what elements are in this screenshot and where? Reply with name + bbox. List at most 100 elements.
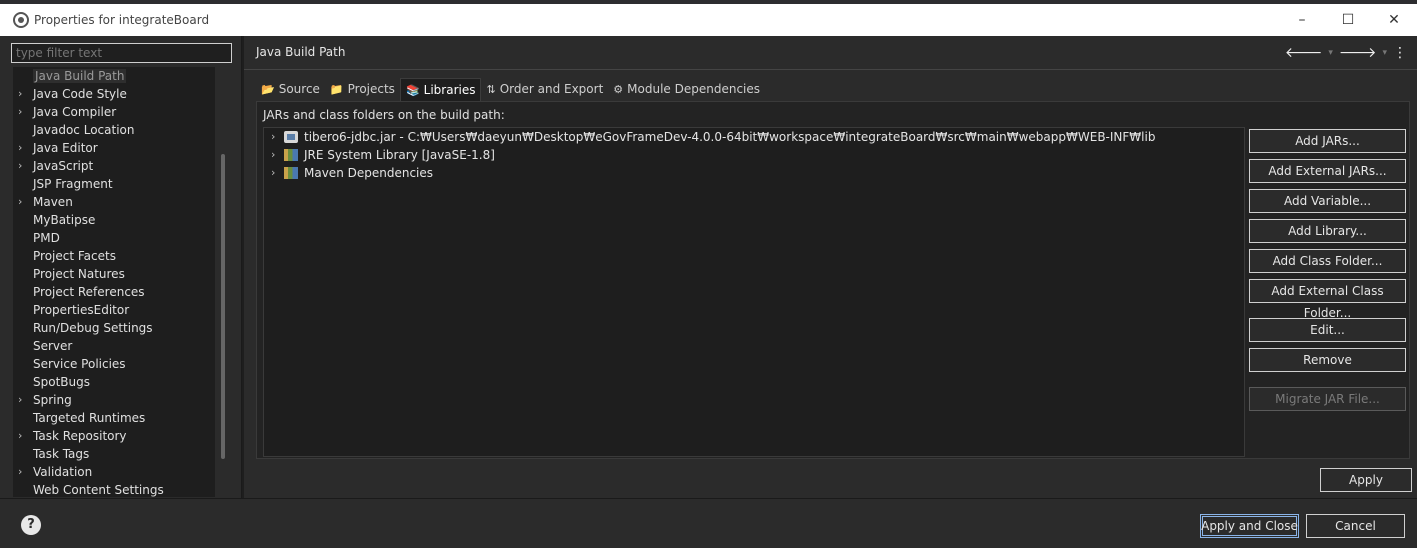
tree-item-label: Java Build Path	[33, 69, 127, 83]
tree-item[interactable]: Service Policies	[13, 355, 215, 373]
tree-item[interactable]: Task Tags	[13, 445, 215, 463]
properties-nav-panel: Java Build Path›Java Code Style›Java Com…	[0, 36, 242, 498]
tab-label: Libraries	[423, 82, 476, 97]
tree-item-label: JavaScript	[33, 159, 94, 173]
tree-item[interactable]: PropertiesEditor	[13, 301, 215, 319]
tree-item-label: Spring	[33, 393, 72, 407]
close-button[interactable]: ✕	[1371, 4, 1417, 36]
properties-tree: Java Build Path › Java Code Style › Java Com…	[13, 67, 215, 497]
tree-item-label: Web Content Settings	[33, 483, 164, 497]
tab-module-dependencies[interactable]: ⚙ Module Dependencies	[608, 78, 765, 101]
tree-item[interactable]: Run/Debug Settings	[13, 319, 215, 337]
window-controls: – ☐ ✕	[1279, 4, 1417, 36]
tree-scrollbar[interactable]	[221, 154, 225, 459]
chevron-right-icon[interactable]: ›	[18, 157, 30, 175]
tree-item-label: Server	[33, 339, 73, 353]
forward-arrow-icon[interactable]: 🡒	[1339, 44, 1377, 61]
tree-item[interactable]: Web Content Settings	[13, 481, 215, 497]
back-dropdown-icon[interactable]: ▾	[1328, 48, 1333, 58]
tree-item[interactable]: PMD	[13, 229, 215, 247]
tree-item[interactable]: Server	[13, 337, 215, 355]
maximize-button[interactable]: ☐	[1325, 4, 1371, 36]
tree-item[interactable]: › JavaScript	[13, 157, 215, 175]
tree-item[interactable]: SpotBugs	[13, 373, 215, 391]
add-jars-button[interactable]: Add JARs...	[1249, 129, 1406, 153]
tree-item[interactable]: Java Build Path	[13, 67, 215, 85]
properties-page: Java Build Path 🡐 ▾ 🡒 ▾ ⋮ 📂 Source 📁 Projec…	[244, 36, 1417, 498]
page-header: Java Build Path 🡐 ▾ 🡒 ▾ ⋮	[244, 36, 1417, 70]
tree-item[interactable]: Project Natures	[13, 265, 215, 283]
tab-order-and-export[interactable]: ⇅ Order and Export	[481, 78, 608, 101]
tab-label: Projects	[347, 82, 395, 96]
page-nav: 🡐 ▾ 🡒 ▾ ⋮	[1285, 44, 1407, 62]
cancel-button[interactable]: Cancel	[1306, 514, 1405, 538]
tree-item-label: Validation	[33, 465, 93, 479]
tree-item[interactable]: Project References	[13, 283, 215, 301]
build-path-tabs: 📂 Source 📁 Projects 📚 Libraries ⇅ Order and Exp…	[256, 78, 765, 101]
minimize-button[interactable]: –	[1279, 4, 1325, 36]
add-library-button[interactable]: Add Library...	[1249, 219, 1406, 243]
chevron-right-icon[interactable]: ›	[18, 463, 30, 481]
eclipse-app-icon	[13, 12, 29, 28]
library-entry-label: Maven Dependencies	[304, 166, 434, 180]
library-entry[interactable]: › tibero6-jdbc.jar - C:₩Users₩daeyun₩Desk…	[264, 128, 1244, 146]
add-external-class-folder-button[interactable]: Add External Class Folder...	[1249, 279, 1406, 320]
library-icon	[284, 149, 298, 161]
chevron-right-icon[interactable]: ›	[18, 139, 30, 157]
tree-item-label: Java Code Style	[33, 87, 127, 101]
chevron-right-icon[interactable]: ›	[18, 391, 30, 409]
chevron-right-icon[interactable]: ›	[18, 193, 30, 211]
chevron-right-icon[interactable]: ›	[18, 85, 30, 103]
chevron-right-icon[interactable]: ›	[271, 128, 275, 146]
help-icon[interactable]: ?	[21, 515, 41, 535]
order-export-icon: ⇅	[486, 83, 496, 96]
filter-input[interactable]	[11, 43, 232, 63]
tree-item-label: Java Compiler	[33, 105, 117, 119]
forward-dropdown-icon[interactable]: ▾	[1382, 48, 1387, 58]
remove-button[interactable]: Remove	[1249, 348, 1406, 372]
tab-projects[interactable]: 📁 Projects	[325, 78, 400, 101]
chevron-right-icon[interactable]: ›	[271, 146, 275, 164]
migrate-jar-file-button: Migrate JAR File...	[1249, 387, 1406, 411]
chevron-right-icon[interactable]: ›	[18, 103, 30, 121]
back-arrow-icon[interactable]: 🡐	[1285, 44, 1323, 61]
tree-item[interactable]: Targeted Runtimes	[13, 409, 215, 427]
tree-item[interactable]: › Validation	[13, 463, 215, 481]
tree-item[interactable]: MyBatipse	[13, 211, 215, 229]
add-variable-button[interactable]: Add Variable...	[1249, 189, 1406, 213]
tree-item-label: SpotBugs	[33, 375, 90, 389]
view-menu-icon[interactable]: ⋮	[1393, 45, 1407, 61]
edit-button[interactable]: Edit...	[1249, 318, 1406, 342]
tree-item-label: Project Facets	[33, 249, 116, 263]
tree-item[interactable]: › Maven	[13, 193, 215, 211]
tree-item[interactable]: › Spring	[13, 391, 215, 409]
page-title: Java Build Path	[256, 45, 346, 59]
tree-item-label: Targeted Runtimes	[33, 411, 146, 425]
tree-item[interactable]: › Task Repository	[13, 427, 215, 445]
chevron-right-icon[interactable]: ›	[271, 164, 275, 182]
tree-item[interactable]: › Java Compiler	[13, 103, 215, 121]
tree-item-label: Run/Debug Settings	[33, 321, 153, 335]
tab-label: Source	[278, 82, 320, 96]
tree-item[interactable]: Project Facets	[13, 247, 215, 265]
apply-button[interactable]: Apply	[1320, 468, 1412, 492]
tree-item-label: Task Repository	[33, 429, 127, 443]
tree-item[interactable]: JSP Fragment	[13, 175, 215, 193]
tree-item[interactable]: Javadoc Location	[13, 121, 215, 139]
tab-libraries[interactable]: 📚 Libraries	[399, 78, 482, 101]
tree-item-label: JSP Fragment	[33, 177, 113, 191]
tab-source[interactable]: 📂 Source	[256, 78, 325, 101]
tree-item[interactable]: › Java Editor	[13, 139, 215, 157]
tab-label: Order and Export	[499, 82, 604, 96]
source-folder-icon: 📂	[261, 83, 275, 96]
chevron-right-icon[interactable]: ›	[18, 427, 30, 445]
module-icon: ⚙	[613, 83, 624, 96]
apply-and-close-button[interactable]: Apply and Close	[1200, 514, 1299, 538]
projects-icon: 📁	[329, 83, 344, 96]
library-entry[interactable]: › JRE System Library [JavaSE-1.8]	[264, 146, 1244, 164]
add-class-folder-button[interactable]: Add Class Folder...	[1249, 249, 1406, 273]
add-external-jars-button[interactable]: Add External JARs...	[1249, 159, 1406, 183]
tree-item[interactable]: › Java Code Style	[13, 85, 215, 103]
library-entry[interactable]: › Maven Dependencies	[264, 164, 1244, 182]
libraries-description: JARs and class folders on the build path…	[263, 108, 505, 122]
